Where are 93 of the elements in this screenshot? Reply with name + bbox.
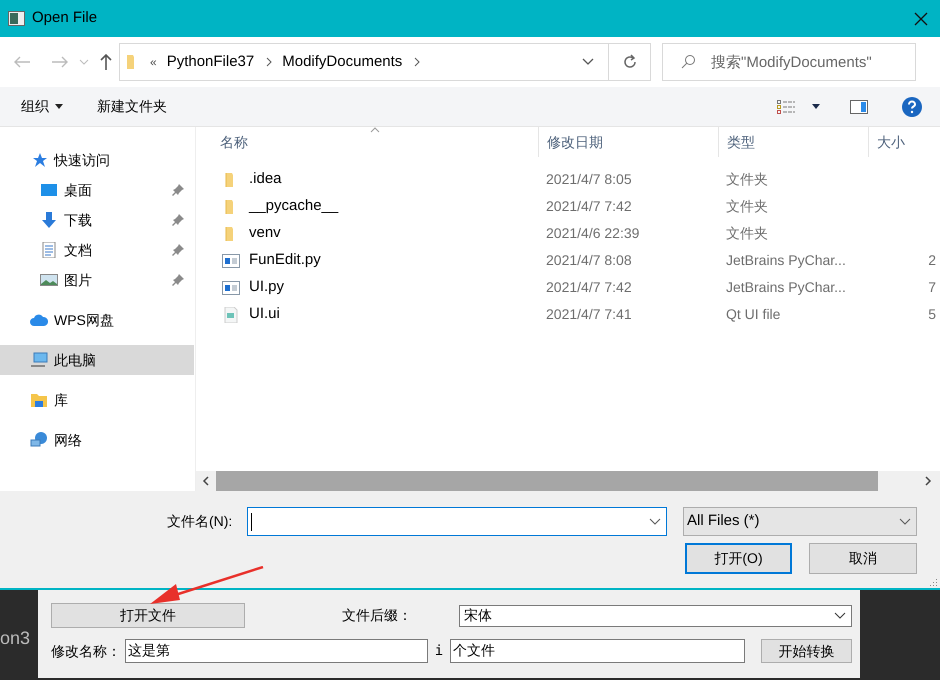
computer-icon [30,352,48,368]
file-window-icon [222,280,240,296]
file-name: venv [249,223,281,244]
column-header[interactable]: 名称 [196,127,538,157]
breadcrumb[interactable]: ModifyDocuments [282,50,402,74]
view-list-icon[interactable] [777,98,795,114]
sidebar-item[interactable]: 库 [0,385,194,415]
sidebar-item[interactable]: 图片 [0,265,194,295]
modified-date: 2021/4/7 8:05 [545,170,633,189]
refresh-icon[interactable] [622,54,638,70]
file-row[interactable]: UI.py 2021/4/7 7:42 JetBrains PyChar... 7 [196,274,940,301]
chevron-down-icon [834,612,846,620]
modified-date: 2021/4/7 7:42 [545,197,633,216]
file-name: UI.ui [249,304,280,324]
chevron-down-icon[interactable] [649,518,661,526]
file-type: 文件夹 [725,224,769,243]
dropdown-caret-icon[interactable] [812,104,820,109]
chevron-down-icon[interactable] [582,58,594,66]
sidebar-item[interactable]: 快速访问 [0,145,194,175]
network-icon [30,432,48,448]
file-row[interactable]: FunEdit.py 2021/4/7 8:08 JetBrains PyChar... 2 [196,247,940,274]
desktop-icon [40,182,58,198]
file-type-dropdown[interactable]: All Files (*) [683,507,917,536]
window-title: Open File [32,8,98,28]
file-type: JetBrains PyChar... [725,278,847,297]
folder-icon [30,392,48,408]
text-cursor [251,512,252,530]
sidebar-item[interactable]: 文档 [0,235,194,265]
open-button[interactable]: 打开(O) [685,543,792,574]
column-header[interactable]: 修改日期 [538,127,718,157]
search-icon [680,54,696,70]
modified-date: 2021/4/7 7:42 [545,278,633,297]
up-arrow-icon[interactable] [99,53,113,71]
address-bar[interactable]: « PythonFile37 ModifyDocuments [119,43,651,81]
file-type: Qt UI file [725,305,782,324]
sidebar-item[interactable]: WPS网盘 [0,305,194,335]
modified-date: 2021/4/7 7:41 [545,305,633,324]
sidebar-item[interactable]: 网络 [0,425,194,455]
search-bar[interactable]: 搜索"ModifyDocuments" [662,43,916,81]
prefix-field[interactable]: 这是第 [125,639,428,663]
chevron-down-icon [899,518,911,526]
file-row[interactable]: UI.ui 2021/4/7 7:41 Qt UI file 5 [196,301,940,328]
suffix-field[interactable]: 个文件 [450,639,745,663]
app-icon [8,11,25,26]
file-row[interactable]: venv 2021/4/6 22:39 文件夹 [196,220,940,247]
convert-button[interactable]: 开始转换 [761,639,852,663]
file-name: __pycache__ [249,196,338,216]
chevron-right-icon[interactable] [266,57,272,67]
file-size: 2 [928,251,936,270]
breadcrumb[interactable]: PythonFile37 [166,50,254,74]
file-row[interactable]: __pycache__ 2021/4/7 7:42 文件夹 [196,193,940,220]
sidebar-item[interactable]: 桌面 [0,175,194,205]
resize-grip-icon[interactable] [930,578,938,586]
scroll-left-icon[interactable] [202,476,210,486]
search-field[interactable]: 搜索"ModifyDocuments" [711,44,911,80]
organize-menu[interactable]: 组织 [21,96,63,117]
editor-text: on3 [0,626,30,650]
chevron-right-icon[interactable] [414,57,420,67]
sidebar-item[interactable]: 此电脑 [0,345,194,375]
download-arrow-icon [40,212,58,228]
cloud-icon [30,312,48,328]
file-name-label: 文件名(N): [167,512,234,531]
index-label: i [434,642,444,660]
sidebar-item[interactable]: 下载 [0,205,194,235]
open-file-button[interactable]: 打开文件 [51,603,245,628]
file-type: JetBrains PyChar... [725,251,847,270]
column-header[interactable]: 类型 [718,127,868,157]
file-name: FunEdit.py [249,250,321,270]
file-type: 文件夹 [725,170,769,189]
file-row[interactable]: .idea 2021/4/7 8:05 文件夹 [196,166,940,193]
close-icon[interactable] [914,12,928,26]
caret-icon [55,104,63,109]
file-name: UI.py [249,277,284,298]
file-window-icon [222,252,240,268]
file-size: 5 [928,305,936,324]
file-size: 7 [928,278,936,297]
help-icon[interactable] [902,96,922,116]
ui-file-icon [223,306,239,322]
preview-pane-icon[interactable] [850,100,868,114]
overflow-chevron[interactable]: « [150,53,157,71]
picture-icon [40,272,58,288]
scroll-right-icon[interactable] [924,476,932,486]
modified-date: 2021/4/7 8:08 [545,251,633,270]
modified-date: 2021/4/6 22:39 [545,224,640,243]
rename-label: 修改名称： [51,642,122,660]
font-dropdown[interactable]: 宋体 [459,604,852,626]
new-folder-button[interactable]: 新建文件夹 [97,96,167,117]
cancel-button[interactable]: 取消 [809,543,917,574]
file-name: .idea [249,169,282,190]
file-type: 文件夹 [725,197,769,216]
column-header[interactable]: 大小 [868,127,940,157]
suffix-label: 文件后缀： [342,606,413,625]
document-icon [40,242,58,258]
